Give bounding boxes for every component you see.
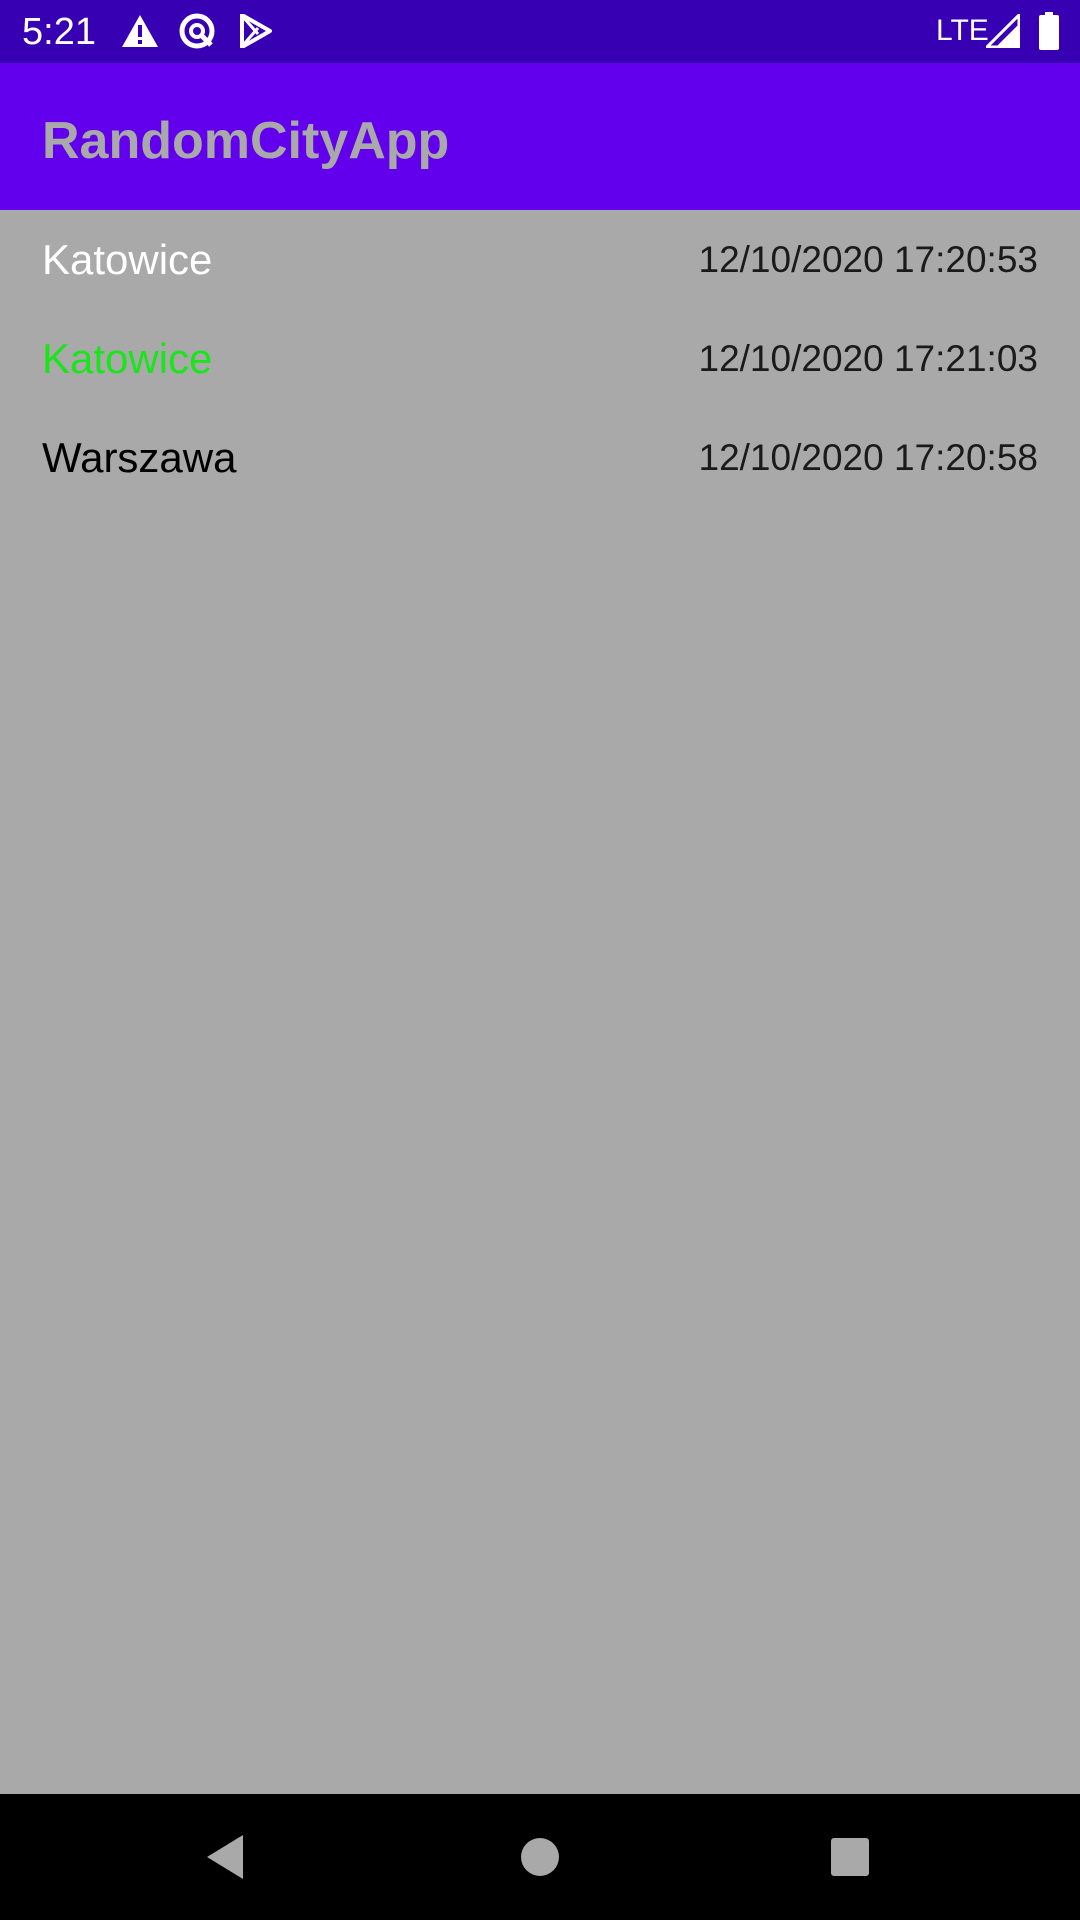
back-button[interactable] [145,1794,305,1920]
list-item[interactable]: Katowice 12/10/2020 17:21:03 [0,309,1080,408]
network-type-label: LTE [936,14,989,47]
city-name: Katowice [42,335,213,382]
app-screen: 5:21 LTE RandomCityApp Katowice 12/10/20… [0,0,1080,1920]
app-toolbar: RandomCityApp [0,63,1080,210]
battery-icon [1039,12,1059,50]
status-time: 5:21 [22,11,96,53]
timestamp: 12/10/2020 17:20:58 [698,437,1039,478]
city-name: Katowice [42,236,213,283]
back-icon [207,1835,243,1879]
recents-icon [831,1838,869,1876]
warning-icon [122,15,158,47]
list-item[interactable]: Warszawa 12/10/2020 17:20:58 [0,408,1080,507]
list-item[interactable]: Katowice 12/10/2020 17:20:53 [0,210,1080,309]
home-icon [521,1838,559,1876]
city-name: Warszawa [42,434,237,481]
timestamp: 12/10/2020 17:21:03 [698,338,1039,379]
city-list: Katowice 12/10/2020 17:20:53 Katowice 12… [0,210,1080,507]
timestamp: 12/10/2020 17:20:53 [698,239,1039,280]
signal-icon [986,14,1020,48]
play-store-icon [240,14,272,48]
system-nav-bar [0,1794,1080,1920]
app-title: RandomCityApp [42,112,450,170]
home-button[interactable] [460,1794,620,1920]
vpn-icon [179,13,215,49]
recents-button[interactable] [770,1794,930,1920]
status-bar: 5:21 LTE [0,0,1080,63]
